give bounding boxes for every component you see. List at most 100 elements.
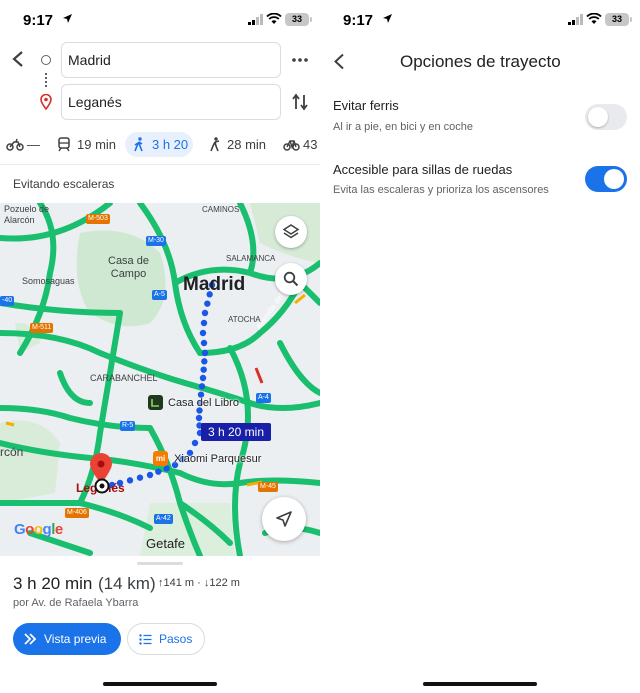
location-arrow-icon <box>383 14 392 23</box>
route-dot <box>200 319 208 327</box>
place-madrid: Madrid <box>183 274 246 295</box>
search-map-button[interactable] <box>275 263 307 295</box>
battery-cap <box>630 17 632 22</box>
mode-motorcycle-label: — <box>27 137 40 152</box>
steps-button-label: Pasos <box>159 632 193 646</box>
steps-button[interactable]: Pasos <box>127 623 205 655</box>
preview-button[interactable]: Vista previa <box>13 623 121 655</box>
google-logo: Google <box>14 521 63 538</box>
status-time: 9:17 <box>23 12 54 29</box>
route-duration-badge: 3 h 20 min <box>201 423 271 441</box>
route-map[interactable]: M-503 M-30 -40 M-511 A-5 R-5 A-4 M-45 M-… <box>0 203 320 556</box>
wifi-icon <box>266 13 282 24</box>
more-options-icon[interactable] <box>292 52 308 68</box>
mode-motorcycle[interactable]: — <box>6 134 42 156</box>
place-casa-de-campo: Casa de Campo <box>108 255 149 280</box>
route-dot <box>191 439 199 447</box>
toggle-knob <box>588 107 608 127</box>
poi-casa-del-libro-label[interactable]: Casa del Libro <box>168 397 239 409</box>
poi-casa-del-libro-icon[interactable] <box>148 395 163 410</box>
route-elevation: ↑141 m · ↓122 m <box>158 577 240 589</box>
mode-ride[interactable]: 28 min <box>208 134 268 156</box>
search-icon <box>283 271 299 287</box>
start-marker-icon <box>94 478 110 494</box>
toggle-knob <box>604 169 624 189</box>
bicycle-icon <box>283 140 300 151</box>
location-arrow-icon <box>63 14 72 23</box>
route-dot <box>163 465 170 472</box>
route-connector-dots <box>45 73 47 87</box>
route-dot <box>155 468 162 475</box>
option-avoid-ferries-title: Evitar ferris <box>333 98 399 113</box>
route-summary-sheet: 3 h 20 min (14 km) ↑141 m · ↓122 m por A… <box>0 556 320 693</box>
status-bar: 9:17 33 <box>320 0 640 40</box>
route-dot <box>198 383 206 390</box>
layers-icon <box>282 224 300 239</box>
back-arrow-icon[interactable] <box>11 50 25 68</box>
hwy-shield-a5: A-5 <box>152 290 167 300</box>
home-indicator[interactable] <box>423 682 537 686</box>
option-avoid-ferries-subtitle: Al ir a pie, en bici y en coche <box>333 121 474 133</box>
mode-transit[interactable]: 19 min <box>57 134 117 156</box>
back-arrow-icon[interactable] <box>333 53 345 70</box>
route-dot <box>200 366 207 373</box>
signal-icon <box>248 14 263 25</box>
wifi-icon <box>586 13 602 24</box>
origin-input[interactable]: Madrid <box>61 42 281 78</box>
hwy-shield-m503: M-503 <box>86 214 110 224</box>
route-dot <box>136 474 144 481</box>
double-chevron-icon <box>24 633 37 645</box>
destination-input[interactable]: Leganés <box>61 84 281 120</box>
sheet-grab-handle[interactable] <box>137 562 183 565</box>
route-dot <box>204 300 211 307</box>
mode-cycling-label: 43 <box>303 137 318 152</box>
motorcycle-icon <box>6 138 24 151</box>
status-bar: 9:17 33 <box>0 0 320 40</box>
route-dot <box>146 471 154 479</box>
poi-xiaomi-label[interactable]: Xiaomi Parquesur <box>174 453 261 465</box>
hwy-shield-m30: M-30 <box>146 236 166 246</box>
mode-walking-label: 3 h 20 <box>152 137 189 152</box>
route-distance: (14 km) <box>98 574 156 593</box>
wheelchair-toggle[interactable] <box>585 166 627 192</box>
page-title: Opciones de trayecto <box>400 52 561 71</box>
divider <box>0 164 320 165</box>
layers-button[interactable] <box>275 216 307 248</box>
hwy-shield-m511: M-511 <box>30 323 54 333</box>
recenter-button[interactable] <box>262 497 306 541</box>
signal-icon <box>568 14 583 25</box>
travel-modes: — 19 min 3 h 20 28 min 43 <box>0 130 320 160</box>
place-pozuelo: Pozuelo de Alarcón <box>4 204 50 225</box>
hwy-shield-a4: A-4 <box>256 393 271 403</box>
home-indicator[interactable] <box>103 682 217 686</box>
route-dot <box>195 414 203 422</box>
hwy-shield-m406: M-406 <box>65 508 89 518</box>
mode-walking[interactable]: 3 h 20 <box>133 134 191 156</box>
swap-icon[interactable] <box>292 93 308 111</box>
origin-circle-icon <box>41 55 51 65</box>
route-duration: 3 h 20 min <box>13 574 93 593</box>
list-icon <box>139 634 152 645</box>
option-wheelchair-subtitle: Evita las escaleras y prioriza los ascen… <box>333 184 549 196</box>
poi-xiaomi-icon[interactable]: mi <box>153 451 168 466</box>
destination-pin-icon <box>40 94 52 110</box>
place-salamanca: SALAMANCA <box>226 254 276 263</box>
hwy-shield-m45: M-45 <box>258 482 278 492</box>
preview-button-label: Vista previa <box>44 632 107 646</box>
place-carabanchel: CARABANCHEL <box>90 373 158 383</box>
place-getafe: Getafe <box>146 536 186 551</box>
mode-cycling[interactable]: 43 <box>283 134 320 156</box>
ride-hailing-icon <box>210 137 220 152</box>
hwy-shield-a42: A-42 <box>154 514 173 524</box>
hwy-shield-r5: R-5 <box>120 421 136 431</box>
mode-ride-label: 28 min <box>227 137 267 152</box>
avoid-ferries-toggle[interactable] <box>585 104 627 130</box>
walking-icon <box>134 137 143 152</box>
place-caminos: CAMINOS <box>202 205 240 214</box>
route-dot <box>200 339 208 347</box>
route-dot <box>201 349 209 357</box>
route-options-screen: 9:17 33 Opciones de trayecto Evitar ferr… <box>320 0 640 693</box>
navigation-arrow-icon <box>276 511 292 527</box>
battery-cap <box>310 17 312 22</box>
directions-screen: 9:17 33 Madrid Leganés — 19 min 3 h 20 2… <box>0 0 320 693</box>
